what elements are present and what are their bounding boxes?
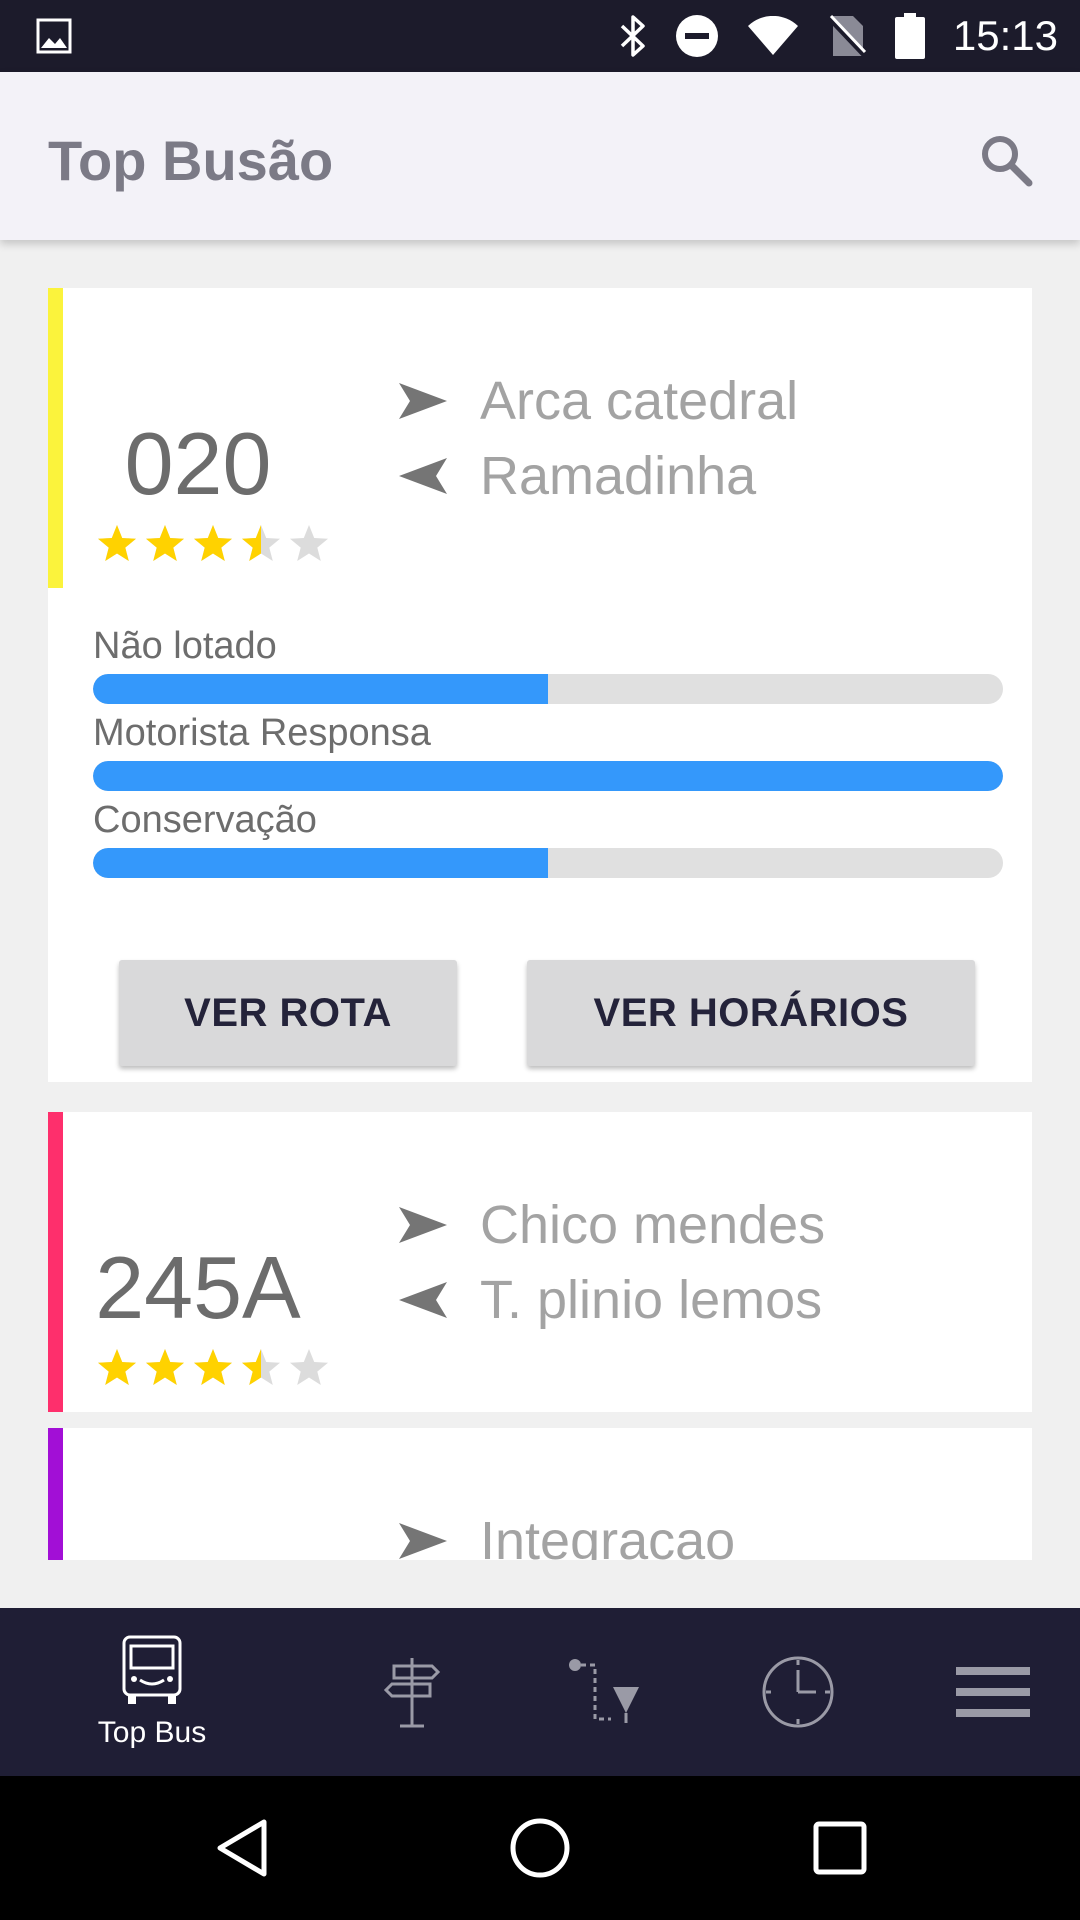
destination-outbound: Arca catedral	[398, 370, 798, 432]
app-title: Top Busão	[48, 129, 334, 192]
star-filled-icon	[144, 1347, 186, 1389]
route-number: 245A	[95, 1238, 301, 1337]
star-filled-icon	[192, 1347, 234, 1389]
star-empty-icon	[288, 1347, 330, 1389]
destination-return-label: Ramadinha	[480, 446, 757, 506]
route-card[interactable]: 245A Chico mendes T. plinio lemos	[48, 1112, 1032, 1412]
metric-progress-bar	[93, 761, 1003, 791]
clock-icon	[762, 1656, 834, 1728]
destination-outbound-label: Chico mendes	[480, 1195, 826, 1255]
bluetooth-icon	[620, 15, 645, 57]
battery-icon	[894, 13, 925, 59]
nav-item-schedule[interactable]	[748, 1608, 848, 1776]
view-schedule-button[interactable]: VER HORÁRIOS	[527, 960, 975, 1066]
metric-progress-fill	[93, 848, 548, 878]
destination-return: Ramadinha	[398, 445, 756, 507]
destination-return: T. plinio lemos	[398, 1269, 822, 1331]
home-icon	[510, 1818, 570, 1878]
arrow-right-icon	[399, 383, 447, 419]
signpost-icon	[383, 1658, 441, 1728]
star-half-icon	[240, 1347, 282, 1389]
route-filter-icon	[569, 1659, 639, 1723]
nav-item-menu[interactable]	[943, 1608, 1043, 1776]
status-time: 15:13	[952, 12, 1058, 59]
wifi-icon	[747, 16, 798, 55]
metric-label: Motorista Responsa	[93, 712, 431, 754]
nav-item-top-bus[interactable]: Top Bus	[72, 1608, 232, 1776]
image-icon	[36, 18, 72, 54]
route-number: 020	[124, 414, 272, 513]
destination-outbound-label: Arca catedral	[480, 371, 799, 431]
rating-stars	[96, 523, 330, 565]
destination-outbound-label: Integracao	[480, 1511, 736, 1560]
star-empty-icon	[288, 523, 330, 565]
destination-outbound: Integracao	[398, 1510, 735, 1560]
recents-icon	[813, 1821, 867, 1875]
bottom-navigation: Top Bus	[0, 1608, 1080, 1776]
star-half-icon	[240, 523, 282, 565]
status-bar: 15:13	[0, 0, 1080, 72]
metric-progress-bar	[93, 848, 1003, 878]
route-card[interactable]: 020 Arca catedral Ramadinha Não lotado M…	[48, 288, 1032, 1082]
no-sim-icon	[827, 14, 867, 58]
nav-item-label: Top Bus	[97, 1716, 207, 1749]
back-button[interactable]	[208, 1814, 276, 1882]
route-card[interactable]: 909 Integracao	[48, 1428, 1032, 1560]
do-not-disturb-icon	[675, 15, 718, 57]
metric-label: Conservação	[93, 799, 317, 841]
arrow-right-icon	[399, 1523, 447, 1559]
arrow-left-icon	[399, 1282, 447, 1318]
route-color-accent	[48, 1428, 63, 1560]
metric-progress-bar	[93, 674, 1003, 704]
star-filled-icon	[192, 523, 234, 565]
home-button[interactable]	[506, 1814, 574, 1882]
metric-label: Não lotado	[93, 625, 277, 667]
metric-progress-fill	[93, 674, 548, 704]
search-icon	[982, 136, 1033, 187]
star-filled-icon	[96, 1347, 138, 1389]
nav-item-stops[interactable]	[362, 1608, 462, 1776]
route-list[interactable]: 020 Arca catedral Ramadinha Não lotado M…	[0, 240, 1080, 1560]
route-number: 909	[48, 1553, 348, 1560]
destination-outbound: Chico mendes	[398, 1194, 825, 1256]
system-navigation-bar	[0, 1776, 1080, 1920]
bus-icon	[122, 1635, 182, 1704]
nav-item-route-filter[interactable]	[555, 1608, 655, 1776]
star-filled-icon	[96, 523, 138, 565]
metric-progress-fill	[93, 761, 1003, 791]
app-bar: Top Busão	[0, 72, 1080, 240]
menu-icon	[956, 1667, 1030, 1717]
search-button[interactable]	[968, 122, 1044, 198]
arrow-left-icon	[399, 458, 447, 494]
view-route-button[interactable]: VER ROTA	[119, 960, 457, 1066]
destination-return-label: T. plinio lemos	[480, 1270, 823, 1330]
back-icon	[217, 1819, 267, 1877]
recents-button[interactable]	[806, 1814, 874, 1882]
rating-stars	[96, 1347, 330, 1389]
star-filled-icon	[144, 523, 186, 565]
arrow-right-icon	[399, 1207, 447, 1243]
